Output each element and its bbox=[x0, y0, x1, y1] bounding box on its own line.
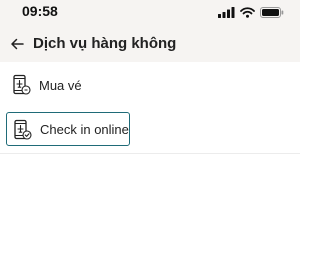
battery-icon bbox=[260, 6, 284, 18]
ticket-phone-icon bbox=[13, 74, 31, 95]
header: Dịch vụ hàng không bbox=[0, 26, 300, 62]
divider bbox=[0, 153, 300, 154]
back-arrow-icon[interactable] bbox=[10, 37, 24, 51]
status-bar: 09:58 bbox=[0, 0, 300, 26]
status-time: 09:58 bbox=[22, 3, 58, 19]
checkin-phone-icon bbox=[14, 119, 32, 140]
wifi-icon bbox=[240, 6, 255, 18]
status-icons bbox=[218, 6, 284, 18]
menu-item-buy-ticket[interactable]: Mua vé bbox=[6, 68, 130, 102]
signal-icon bbox=[218, 6, 235, 18]
menu-item-label: Mua vé bbox=[39, 77, 82, 93]
menu-item-label: Check in online bbox=[40, 121, 129, 137]
page-title: Dịch vụ hàng không bbox=[33, 35, 177, 52]
menu-item-check-in-online[interactable]: Check in online bbox=[6, 112, 130, 146]
